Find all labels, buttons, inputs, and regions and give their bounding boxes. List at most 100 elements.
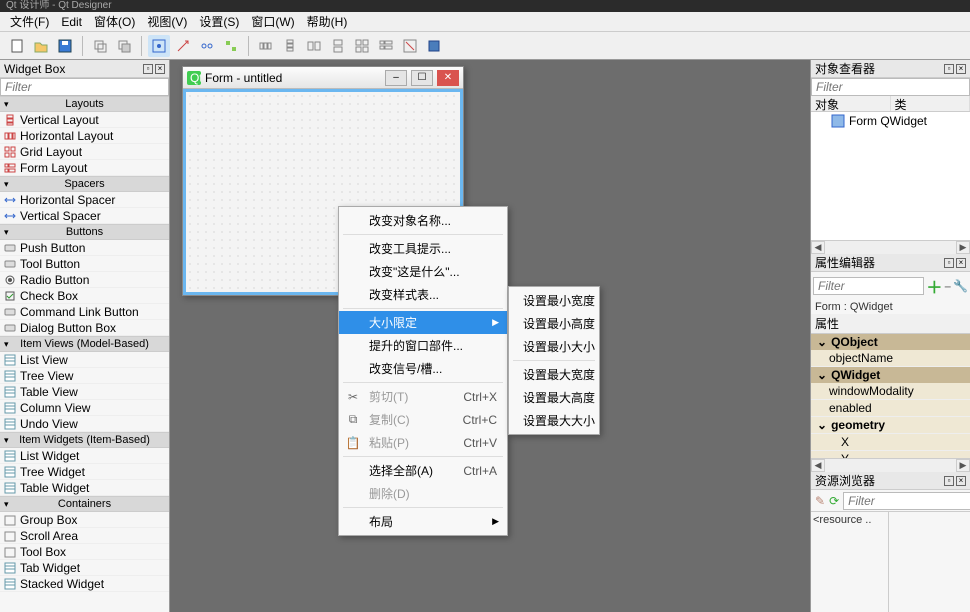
context-subitem[interactable]: 设置最小大小 (509, 335, 599, 358)
prop-geometry[interactable]: ⌄geometry (811, 417, 970, 434)
widget-item[interactable]: Vertical Layout (0, 112, 169, 128)
widget-item[interactable]: Table Widget (0, 480, 169, 496)
widget-item[interactable]: Table View (0, 384, 169, 400)
context-subitem[interactable]: 设置最小高度 (509, 312, 599, 335)
widget-section-layouts[interactable]: ▾Layouts (0, 96, 169, 112)
context-item[interactable]: 改变对象名称... (339, 209, 507, 232)
widget-item[interactable]: Horizontal Spacer (0, 192, 169, 208)
layout-vsplit-icon[interactable] (327, 35, 349, 57)
design-area[interactable]: Qt Form - untitled – ☐ ✕ 改变对象名称... 改变工具提示… (170, 60, 810, 612)
minimize-icon[interactable]: – (385, 70, 407, 86)
reload-resource-icon[interactable]: ⟳ (829, 494, 839, 508)
widget-section-containers[interactable]: ▾Containers (0, 496, 169, 512)
context-item[interactable]: 改变信号/槽... (339, 357, 507, 380)
layout-form-icon[interactable] (375, 35, 397, 57)
maximize-icon[interactable]: ☐ (411, 70, 433, 86)
widget-item[interactable]: List View (0, 352, 169, 368)
widget-item[interactable]: Tool Button (0, 256, 169, 272)
break-layout-icon[interactable] (399, 35, 421, 57)
object-inspector-filter[interactable] (811, 78, 970, 96)
scrollbar-h[interactable]: ◀▶ (811, 240, 970, 254)
new-file-icon[interactable] (6, 35, 28, 57)
prop-geometry-y[interactable]: Y (811, 451, 970, 458)
dock-float-icon[interactable]: ▫ (944, 476, 954, 486)
adjust-size-icon[interactable] (423, 35, 445, 57)
resource-filter[interactable] (843, 492, 970, 510)
widget-section-buttons[interactable]: ▾Buttons (0, 224, 169, 240)
context-item[interactable]: 大小限定▶ (339, 311, 507, 334)
widget-box-filter[interactable] (0, 78, 169, 96)
context-subitem[interactable]: 设置最大宽度 (509, 363, 599, 386)
dock-float-icon[interactable]: ▫ (944, 64, 954, 74)
add-property-icon[interactable]: ＋ (926, 274, 942, 298)
bring-front-icon[interactable] (113, 35, 135, 57)
context-item[interactable]: 选择全部(A)Ctrl+A (339, 459, 507, 482)
scrollbar-h[interactable]: ◀▶ (811, 458, 970, 472)
context-subitem[interactable]: 设置最小宽度 (509, 289, 599, 312)
widget-item[interactable]: Dialog Button Box (0, 320, 169, 336)
widget-item[interactable]: Undo View (0, 416, 169, 432)
prop-geometry-x[interactable]: X (811, 434, 970, 451)
widget-item[interactable]: Grid Layout (0, 144, 169, 160)
prop-enabled[interactable]: enabled (811, 400, 970, 417)
config-icon[interactable]: 🔧 (953, 279, 968, 293)
dock-float-icon[interactable]: ▫ (944, 258, 954, 268)
menu-view[interactable]: 视图(V) (141, 11, 193, 32)
prop-windowmodality[interactable]: windowModality (811, 383, 970, 400)
widget-section-item-widgets-item-based-[interactable]: ▾Item Widgets (Item-Based) (0, 432, 169, 448)
widget-section-spacers[interactable]: ▾Spacers (0, 176, 169, 192)
edit-signals-icon[interactable] (172, 35, 194, 57)
menu-settings[interactable]: 设置(S) (193, 11, 245, 32)
open-file-icon[interactable] (30, 35, 52, 57)
remove-property-icon[interactable]: – (944, 279, 951, 293)
object-tree[interactable]: 对象 类 Form QWidget (811, 96, 970, 240)
widget-item[interactable]: Vertical Spacer (0, 208, 169, 224)
context-item[interactable]: 提升的窗口部件... (339, 334, 507, 357)
dock-close-icon[interactable]: × (956, 64, 966, 74)
dock-close-icon[interactable]: × (956, 258, 966, 268)
widget-item[interactable]: Command Link Button (0, 304, 169, 320)
dock-close-icon[interactable]: × (155, 64, 165, 74)
widget-item[interactable]: Scroll Area (0, 528, 169, 544)
widget-item[interactable]: Column View (0, 400, 169, 416)
widget-box-list[interactable]: ▾LayoutsVertical LayoutHorizontal Layout… (0, 96, 169, 612)
prop-objectname[interactable]: objectName (811, 350, 970, 367)
send-back-icon[interactable] (89, 35, 111, 57)
context-item[interactable]: 改变"这是什么"... (339, 260, 507, 283)
property-list[interactable]: 属性 ⌄QObject objectName ⌄QWidget windowMo… (811, 314, 970, 458)
context-menu[interactable]: 改变对象名称... 改变工具提示...改变"这是什么"...改变样式表... 大小限… (338, 206, 508, 536)
resource-root[interactable]: <resource .. (811, 512, 889, 612)
object-col-name[interactable]: 对象 (811, 96, 891, 111)
context-submenu[interactable]: 设置最小宽度设置最小高度设置最小大小设置最大宽度设置最大高度设置最大大小 (508, 286, 600, 435)
widget-item[interactable]: Radio Button (0, 272, 169, 288)
save-file-icon[interactable] (54, 35, 76, 57)
widget-item[interactable]: Group Box (0, 512, 169, 528)
context-subitem[interactable]: 设置最大大小 (509, 409, 599, 432)
context-subitem[interactable]: 设置最大高度 (509, 386, 599, 409)
widget-item[interactable]: Horizontal Layout (0, 128, 169, 144)
close-icon[interactable]: ✕ (437, 70, 459, 86)
form-titlebar[interactable]: Qt Form - untitled – ☐ ✕ (183, 67, 463, 89)
edit-resource-icon[interactable]: ✎ (815, 494, 825, 508)
menu-help[interactable]: 帮助(H) (301, 11, 354, 32)
widget-item[interactable]: Tree Widget (0, 464, 169, 480)
menu-edit[interactable]: Edit (55, 13, 88, 31)
edit-tab-order-icon[interactable] (220, 35, 242, 57)
widget-section-item-views-model-based-[interactable]: ▾Item Views (Model-Based) (0, 336, 169, 352)
edit-buddies-icon[interactable] (196, 35, 218, 57)
edit-widgets-icon[interactable] (148, 35, 170, 57)
layout-h-icon[interactable] (255, 35, 277, 57)
property-group-qobject[interactable]: ⌄QObject (811, 334, 970, 350)
widget-item[interactable]: Tool Box (0, 544, 169, 560)
widget-item[interactable]: Stacked Widget (0, 576, 169, 592)
property-group-qwidget[interactable]: ⌄QWidget (811, 367, 970, 383)
layout-v-icon[interactable] (279, 35, 301, 57)
resource-body[interactable]: <resource .. (811, 512, 970, 612)
menu-form[interactable]: 窗体(O) (88, 11, 141, 32)
context-item[interactable]: 改变样式表... (339, 283, 507, 306)
layout-hsplit-icon[interactable] (303, 35, 325, 57)
menu-window[interactable]: 窗口(W) (245, 11, 300, 32)
context-item[interactable]: 布局▶ (339, 510, 507, 533)
context-item[interactable]: 改变工具提示... (339, 237, 507, 260)
property-filter[interactable] (813, 277, 924, 295)
